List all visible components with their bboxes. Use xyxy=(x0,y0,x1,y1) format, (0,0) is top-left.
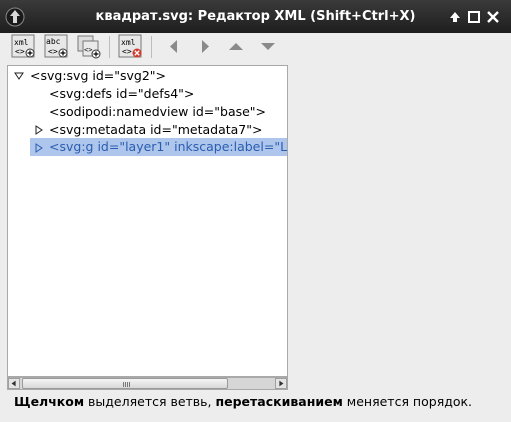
tree-node-svg-root[interactable]: <svg:svg id="svg2"> xyxy=(30,67,166,85)
status-hint-text-2: меняется порядок. xyxy=(342,394,473,409)
window-title: квадрат.svg: Редактор XML (Shift+Ctrl+X) xyxy=(95,9,416,24)
scrollbar-thumb[interactable] xyxy=(22,378,228,389)
horizontal-scrollbar[interactable] xyxy=(7,377,288,390)
new-text-node-button[interactable]: abc <> xyxy=(43,33,71,61)
close-button[interactable] xyxy=(486,10,500,24)
delete-node-button[interactable]: xml <> xyxy=(117,33,145,61)
tree-node-layer1[interactable]: <svg:g id="layer1" inkscape:label="L xyxy=(30,138,287,156)
xml-editor-window: квадрат.svg: Редактор XML (Shift+Ctrl+X)… xyxy=(0,0,511,422)
raise-node-button[interactable] xyxy=(222,33,250,61)
duplicate-node-icon: <> xyxy=(84,46,92,54)
xml-node-tree[interactable]: <svg:svg id="svg2"> <svg:defs id="defs4"… xyxy=(7,65,288,377)
svg-text:<>: <> xyxy=(15,47,25,56)
lower-node-button[interactable] xyxy=(254,33,282,61)
indent-node-icon xyxy=(202,40,209,53)
toolbar: xml <> abc <> <> xml <> xyxy=(0,33,511,63)
new-element-node-icon: xml xyxy=(14,38,29,47)
tree-node-layer1-label: <svg:g id="layer1" inkscape:label="L xyxy=(49,139,288,154)
status-hint-drag: перетаскиванием xyxy=(215,394,343,409)
duplicate-node-button[interactable]: <> xyxy=(75,33,103,61)
unindent-node-button[interactable] xyxy=(160,33,188,61)
toolbar-separator xyxy=(109,36,110,58)
raise-node-icon xyxy=(229,43,243,50)
lower-node-icon xyxy=(261,43,275,50)
minimize-button[interactable] xyxy=(467,10,481,24)
svg-text:<>: <> xyxy=(122,47,132,56)
title-bar[interactable]: квадрат.svg: Редактор XML (Shift+Ctrl+X) xyxy=(0,0,511,33)
new-text-node-icon: abc xyxy=(46,37,61,46)
status-hint: Щелчком выделяется ветвь, перетаскивание… xyxy=(14,394,472,409)
status-hint-text-1: выделяется ветвь, xyxy=(84,394,216,409)
tree-node-namedview[interactable]: <sodipodi:namedview id="base"> xyxy=(49,103,266,121)
scrollbar-grip xyxy=(123,382,131,387)
scroll-right-icon[interactable] xyxy=(275,378,287,389)
collapsed-triangle-icon[interactable] xyxy=(34,125,44,135)
scroll-left-icon[interactable] xyxy=(8,378,20,389)
status-hint-click: Щелчком xyxy=(14,394,85,409)
maximize-button[interactable] xyxy=(448,10,462,24)
new-element-node-button[interactable]: xml <> xyxy=(10,33,38,61)
tree-node-defs[interactable]: <svg:defs id="defs4"> xyxy=(49,85,194,103)
tree-node-metadata[interactable]: <svg:metadata id="metadata7"> xyxy=(49,121,262,139)
delete-node-icon: xml xyxy=(121,38,136,47)
svg-text:<>: <> xyxy=(48,47,58,56)
collapsed-triangle-icon[interactable] xyxy=(34,143,44,153)
expanded-triangle-icon[interactable] xyxy=(14,71,24,81)
unindent-node-icon xyxy=(170,40,177,53)
indent-node-button[interactable] xyxy=(191,33,219,61)
toolbar-separator xyxy=(151,36,152,58)
